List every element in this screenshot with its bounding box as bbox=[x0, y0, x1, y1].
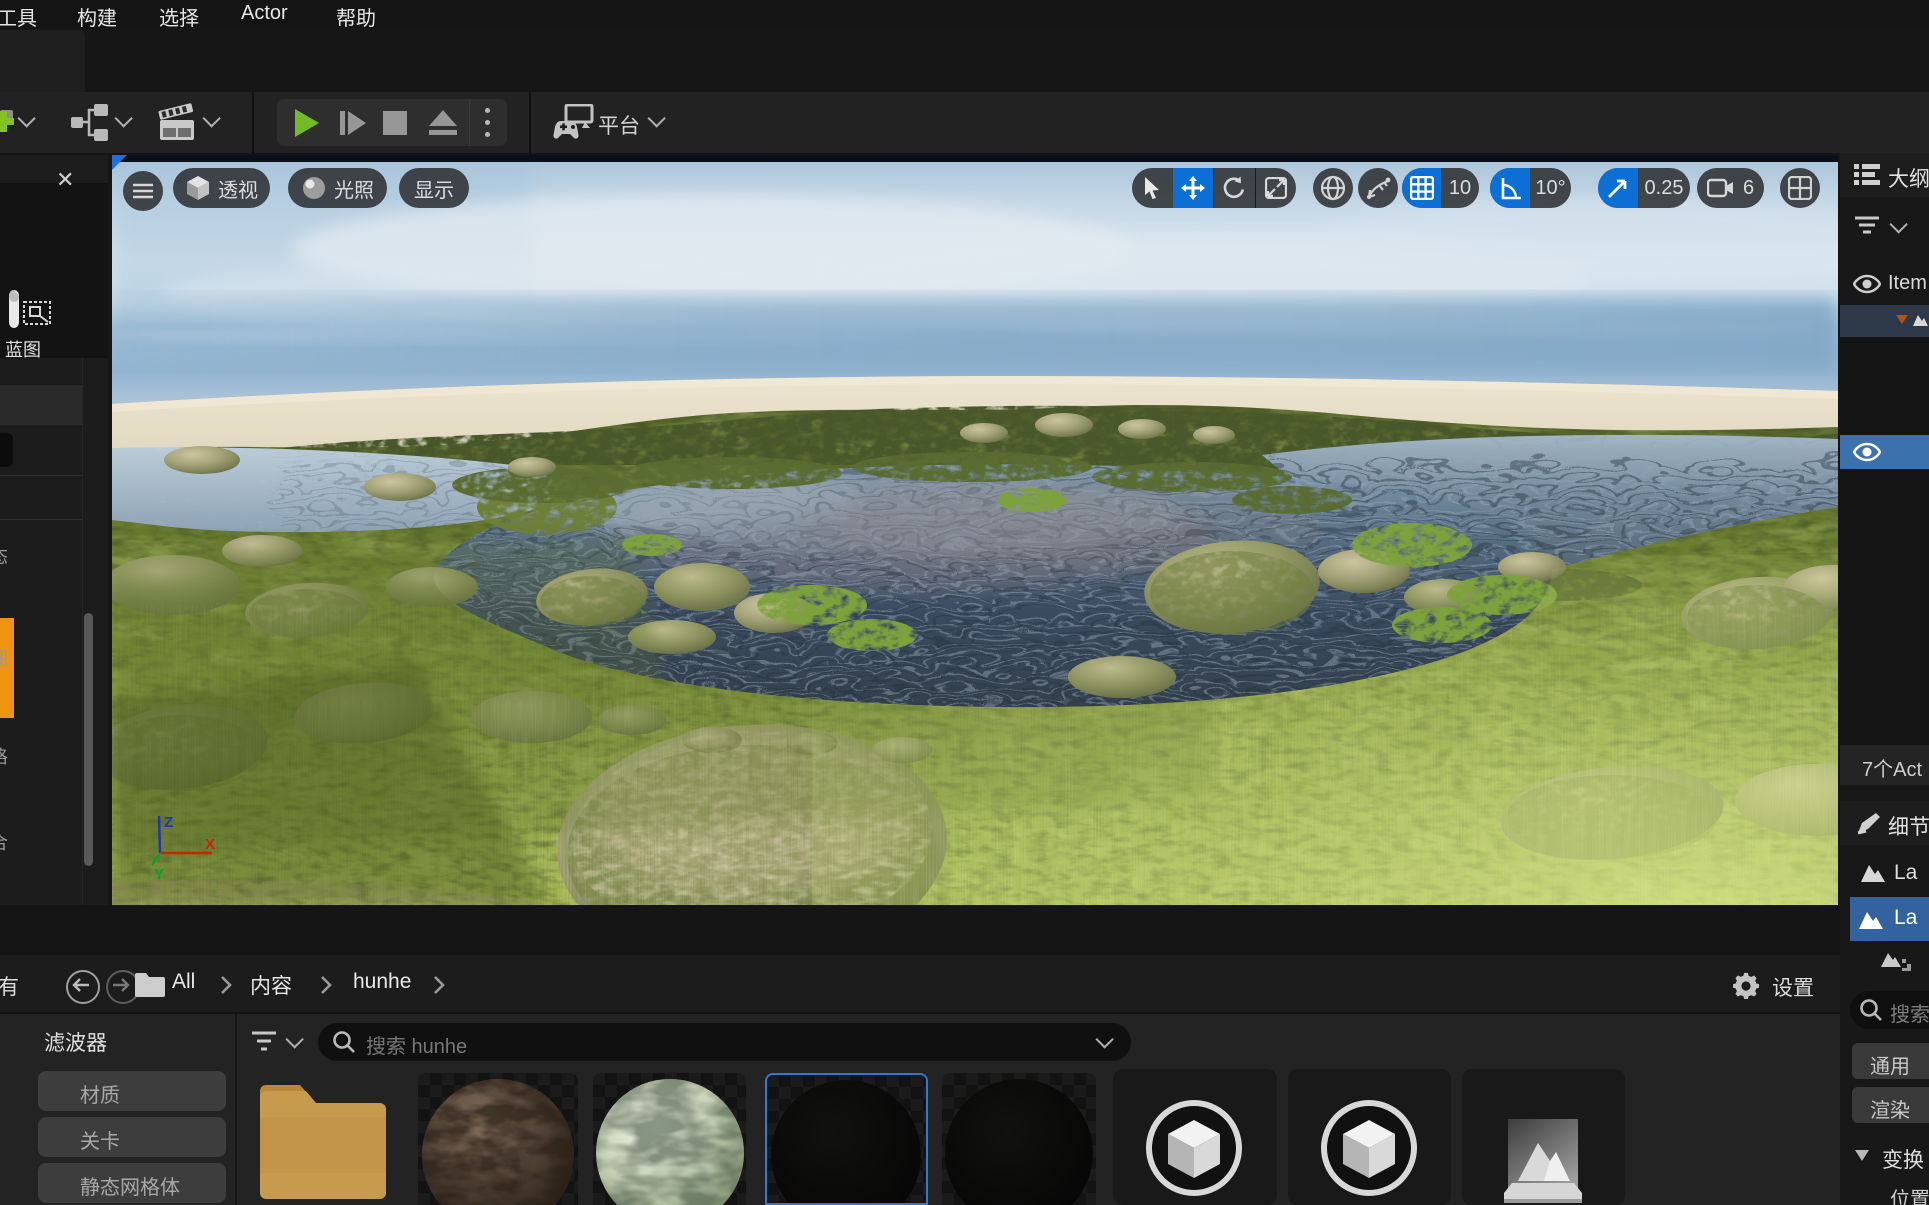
svg-text:Y: Y bbox=[154, 866, 164, 883]
svg-text:Z: Z bbox=[164, 814, 173, 831]
svg-text:X: X bbox=[205, 836, 215, 853]
